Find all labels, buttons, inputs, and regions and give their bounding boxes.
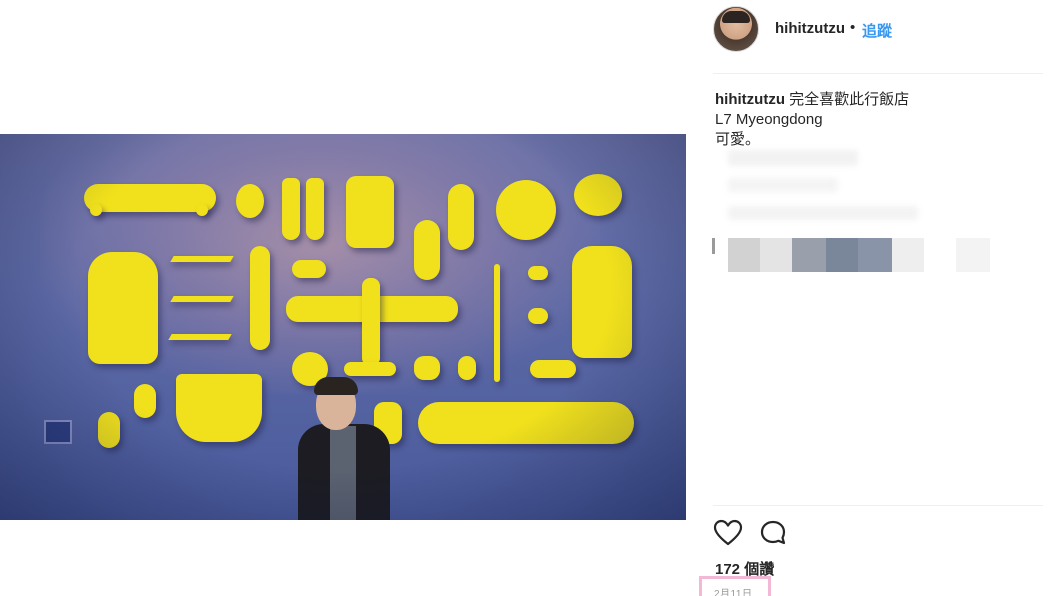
mosaic-redaction [826,238,858,272]
follow-button[interactable]: 追蹤 [862,20,892,41]
mosaic-redaction [760,238,792,272]
caption-username[interactable]: hihitzutzu [715,91,785,108]
post-photo[interactable] [0,134,686,520]
mosaic-redaction [728,238,760,272]
caption-text-3: 可愛。 [715,131,761,148]
redaction-marker [712,238,715,254]
avatar[interactable] [713,6,759,52]
header-divider [713,73,1043,74]
header-separator: • [850,19,856,36]
blurred-comment [728,178,838,192]
post-date[interactable]: 2月11日 [714,585,752,596]
mosaic-redaction [792,238,826,272]
caption: hihitzutzu 完全喜歡此行飯店 L7 Myeongdong 可愛。 [715,90,1045,150]
actions-divider [713,505,1043,506]
caption-text-2: L7 Myeongdong [715,111,823,128]
mosaic-redaction [892,238,924,272]
avatar-hair [722,11,750,23]
comment-icon[interactable] [758,518,788,548]
header-username[interactable]: hihitzutzu [775,20,845,37]
blurred-comment [728,206,918,220]
caption-line-1: hihitzutzu 完全喜歡此行飯店 [715,90,1045,110]
blurred-comment [728,150,858,166]
photo-vignette [0,134,686,520]
caption-text-1: 完全喜歡此行飯店 [789,91,910,108]
mosaic-redaction [956,238,990,272]
mosaic-redaction [858,238,892,272]
heart-icon[interactable] [713,518,743,548]
